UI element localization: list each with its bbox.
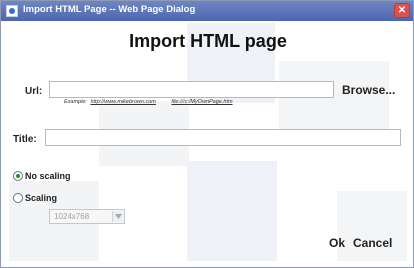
import-html-dialog: Import HTML Page -- Web Page Dialog ✕ Im… <box>0 0 414 268</box>
title-label: Title: <box>13 134 37 145</box>
example-url: http://www.mikebrown.com <box>90 99 156 105</box>
ok-button[interactable]: Ok <box>329 236 345 250</box>
no-scaling-label[interactable]: No scaling <box>25 171 71 181</box>
resolution-value: 1024x768 <box>54 212 90 221</box>
background-tile <box>337 191 407 261</box>
example-file: file:///c:/MyOwnPage.htm <box>171 99 233 105</box>
background-tile <box>187 161 277 261</box>
cancel-button[interactable]: Cancel <box>353 236 392 250</box>
background-tile <box>279 61 389 136</box>
url-label: Url: <box>25 86 43 97</box>
url-example-hint: Example: http://www.mikebrown.com file:/… <box>64 99 233 105</box>
resolution-select[interactable]: 1024x768 <box>49 209 125 224</box>
page-title: Import HTML page <box>129 31 287 51</box>
scaling-label[interactable]: Scaling <box>25 193 57 203</box>
scaling-radio[interactable] <box>13 193 23 203</box>
window-title: Import HTML Page -- Web Page Dialog <box>23 4 196 15</box>
url-input[interactable] <box>49 81 334 98</box>
window-titlebar: Import HTML Page -- Web Page Dialog ✕ <box>1 1 413 21</box>
title-input[interactable] <box>45 129 401 146</box>
no-scaling-radio[interactable] <box>13 171 23 181</box>
chevron-down-icon <box>112 211 123 222</box>
dialog-app-icon <box>6 5 18 17</box>
close-button[interactable]: ✕ <box>394 3 410 18</box>
browse-button[interactable]: Browse... <box>342 83 395 97</box>
example-prefix: Example: <box>64 99 87 105</box>
